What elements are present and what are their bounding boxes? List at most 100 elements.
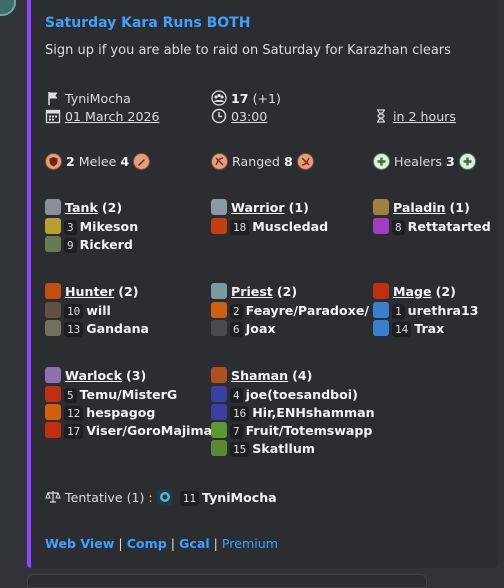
healers-label: Healers: [394, 154, 442, 169]
signup-number: 12: [64, 406, 84, 421]
member-row: 3 Mikeson: [45, 218, 138, 235]
class-header-priest: Priest (2): [211, 283, 297, 300]
signup-number: 18: [230, 220, 250, 235]
class-name[interactable]: Warlock: [65, 368, 122, 383]
class-header-shaman: Shaman (4): [211, 367, 312, 384]
member-row: 18 Muscledad: [211, 218, 328, 235]
class-name[interactable]: Hunter: [65, 284, 114, 299]
embed-description: Sign up if you are able to raid on Satur…: [45, 43, 451, 58]
link-separator: |: [170, 536, 175, 551]
heal-plus-icon-2: [458, 153, 476, 170]
flag-icon: [45, 90, 61, 106]
signup-number: 14: [392, 322, 412, 337]
signup-number: 17: [64, 424, 84, 439]
spec-icon: [211, 218, 227, 234]
time-info: 03:00: [211, 108, 267, 125]
class-name[interactable]: Paladin: [393, 200, 446, 215]
member-name: Gandana: [86, 321, 150, 336]
member-name: Trax: [414, 321, 445, 336]
spec-icon: [373, 320, 389, 336]
class-count: (2): [276, 284, 298, 299]
avatar: [0, 0, 16, 16]
scales-icon: [45, 489, 61, 505]
spec-icon: [373, 302, 389, 318]
member-row: 10 will: [45, 302, 111, 319]
healers-summary: Healers 3: [373, 153, 476, 170]
class-count: (1): [449, 200, 470, 215]
class-count: (2): [435, 284, 456, 299]
raid-embed: Saturday Kara Runs BOTH Sign up if you a…: [27, 0, 498, 568]
premium-link[interactable]: Premium: [222, 536, 278, 551]
signup-number: 7: [230, 424, 243, 439]
link-separator: |: [213, 536, 218, 551]
leader-info: TyniMocha: [45, 90, 131, 107]
tentative-label: Tentative (1) :: [65, 490, 153, 505]
spec-icon: [45, 236, 61, 252]
member-row: 2 Feayre/Paradoxe/: [211, 302, 369, 319]
member-name: Skatllum: [252, 441, 315, 456]
clock-icon: [211, 108, 227, 124]
tentative-name: TyniMocha: [201, 490, 277, 505]
spec-icon: [45, 218, 61, 234]
signup-extra: (+1): [252, 91, 281, 106]
signup-number: 13: [64, 322, 84, 337]
bow-icon: [211, 153, 228, 170]
link-separator: |: [118, 536, 123, 551]
signup-count: 17: [231, 91, 249, 106]
dagger-icon: [133, 153, 151, 170]
paladin-class-icon: [373, 199, 389, 215]
class-name[interactable]: Warrior: [231, 200, 285, 215]
class-count: (1): [288, 200, 309, 215]
comp-link[interactable]: Comp: [127, 536, 167, 551]
member-name: Rickerd: [79, 237, 133, 252]
spec-icon: [211, 302, 227, 318]
tank-class-icon: [45, 199, 61, 215]
class-count: (2): [118, 284, 139, 299]
melee-label: Melee: [78, 154, 117, 169]
member-row: 6 Joax: [211, 320, 276, 337]
spec-icon: [45, 320, 61, 336]
tentative-row: Tentative (1) : 11 TyniMocha: [45, 489, 277, 506]
class-count: (3): [126, 368, 147, 383]
member-name: urethra13: [407, 303, 479, 318]
member-row: 4 joe(toesandboi): [211, 386, 358, 403]
signup-number: 4: [230, 388, 243, 403]
embed-title[interactable]: Saturday Kara Runs BOTH: [45, 14, 250, 32]
member-name: Fruit/Totemswapp: [245, 423, 373, 438]
spec-icon: [45, 422, 61, 438]
spec-icon: [45, 404, 61, 420]
member-name: Mikeson: [79, 219, 139, 234]
gcal-link[interactable]: Gcal: [179, 536, 210, 551]
class-name[interactable]: Mage: [393, 284, 432, 299]
tentative-number: 11: [179, 491, 199, 506]
class-header-hunter: Hunter (2): [45, 283, 139, 300]
priest-class-icon: [211, 283, 227, 299]
member-name: Temu/MisterG: [79, 387, 178, 402]
class-name[interactable]: Priest: [231, 284, 273, 299]
member-name: Hir,ENHshamman: [252, 405, 375, 420]
event-date[interactable]: 01 March 2026: [65, 109, 159, 124]
melee-count: 2: [66, 154, 75, 169]
event-time[interactable]: 03:00: [231, 109, 267, 124]
member-row: 5 Temu/MisterG: [45, 386, 177, 403]
heal-plus-icon: [373, 153, 390, 170]
mage-class-icon: [373, 283, 389, 299]
druid-class-icon: [156, 489, 173, 505]
signup-number: 15: [230, 442, 250, 457]
bow-icon-2: [296, 153, 314, 170]
spec-icon: [373, 218, 389, 234]
member-row: 9 Rickerd: [45, 236, 133, 253]
class-name[interactable]: Shaman: [231, 368, 288, 383]
spec-icon: [211, 404, 227, 420]
embed-links: Web View | Comp | Gcal | Premium: [45, 536, 278, 552]
member-row: 17 Viser/GoroMajima: [45, 422, 212, 439]
spec-icon: [211, 422, 227, 438]
class-name[interactable]: Tank: [65, 200, 98, 215]
countdown[interactable]: in 2 hours: [393, 109, 456, 124]
ranged-label: Ranged: [232, 154, 280, 169]
countdown-info: in 2 hours: [373, 108, 456, 125]
member-name: hespagog: [86, 405, 156, 420]
shield-icon: [45, 153, 62, 170]
member-row: 13 Gandana: [45, 320, 149, 337]
web-view-link[interactable]: Web View: [45, 536, 114, 551]
